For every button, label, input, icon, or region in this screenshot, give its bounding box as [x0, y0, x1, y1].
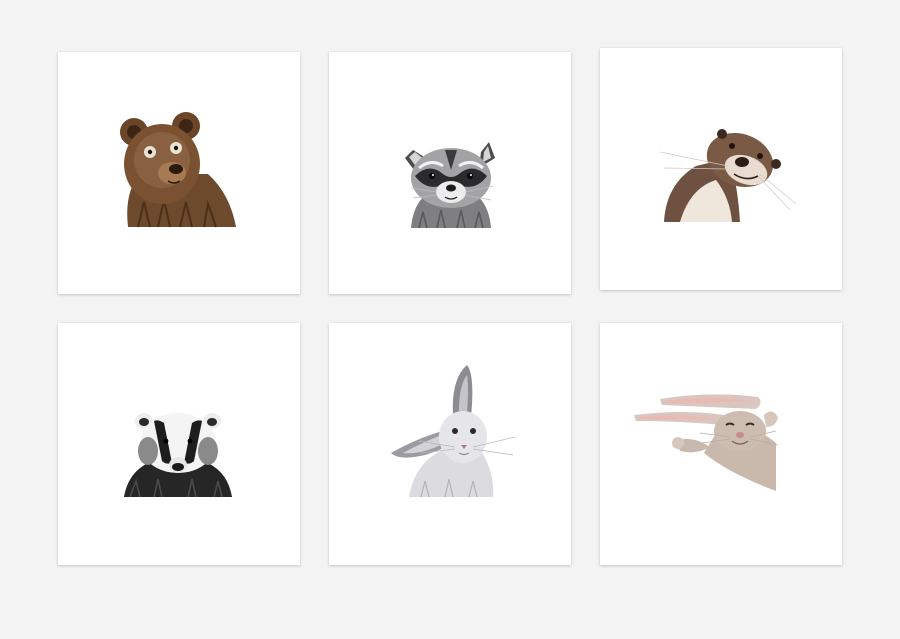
- badger-illustration: [124, 413, 232, 498]
- hare-illustration: [391, 365, 516, 498]
- badger-card[interactable]: [58, 323, 300, 565]
- rabbit-card[interactable]: [600, 323, 842, 565]
- raccoon-illustration: [405, 142, 495, 229]
- gallery-page: { "gallery": { "background": "#f3f3f3", …: [0, 0, 900, 639]
- otter-illustration: [659, 129, 797, 222]
- bear-illustration: [120, 112, 236, 228]
- rabbit-illustration: [634, 394, 779, 491]
- otter-card[interactable]: [600, 48, 842, 290]
- bear-card[interactable]: [58, 52, 300, 294]
- raccoon-card[interactable]: [329, 52, 571, 294]
- hare-card[interactable]: [329, 323, 571, 565]
